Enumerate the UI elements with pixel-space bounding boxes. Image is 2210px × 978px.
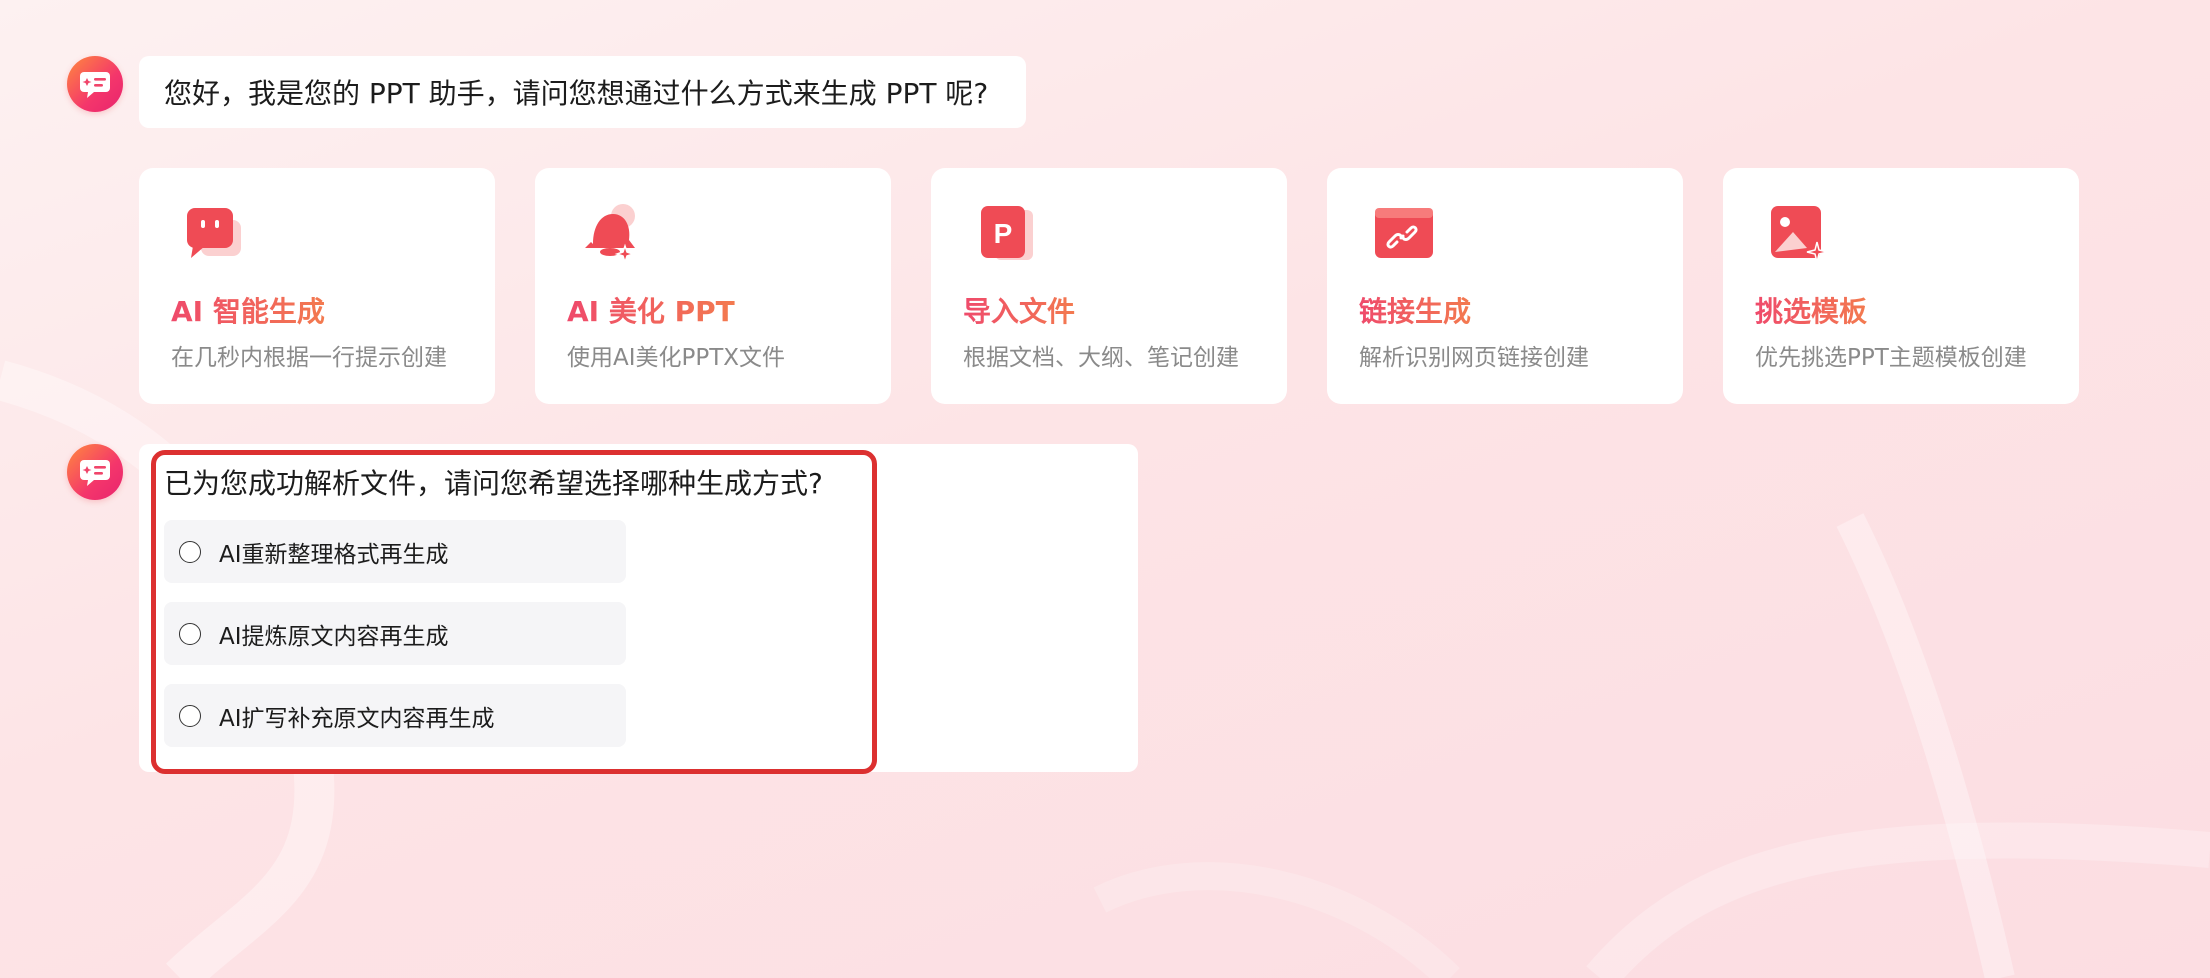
radio-button[interactable] <box>179 540 201 563</box>
card-title: AI 美化 PPT <box>567 290 735 330</box>
card-desc: 解析识别网页链接创建 <box>1359 345 1589 371</box>
card-desc: 优先挑选PPT主题模板创建 <box>1755 345 2027 371</box>
card-import-file[interactable]: P 导入文件 根据文档、大纲、笔记创建 <box>931 168 1287 404</box>
reply-question: 已为您成功解析文件，请问您希望选择哪种生成方式? <box>164 467 823 500</box>
card-desc: 在几秒内根据一行提示创建 <box>171 345 447 371</box>
option-label: AI提炼原文内容再生成 <box>219 623 449 650</box>
card-title: 链接生成 <box>1359 290 1471 330</box>
option-label: AI扩写补充原文内容再生成 <box>219 705 495 732</box>
assistant-chat-icon <box>80 460 110 486</box>
card-title: 导入文件 <box>963 290 1075 330</box>
ppt-file-icon: P <box>981 206 1033 260</box>
assistant-chat-icon <box>80 72 110 98</box>
option-reformat[interactable]: AI重新整理格式再生成 <box>164 520 626 583</box>
greeting-message: 您好，我是您的 PPT 助手，请问您想通过什么方式来生成 PPT 呢? <box>139 56 1026 128</box>
card-link-generate[interactable]: 链接生成 解析识别网页链接创建 <box>1327 168 1683 404</box>
card-ai-generate[interactable]: AI 智能生成 在几秒内根据一行提示创建 <box>139 168 495 404</box>
card-pick-template[interactable]: 挑选模板 优先挑选PPT主题模板创建 <box>1723 168 2079 404</box>
chat-bubble-icon <box>187 208 241 258</box>
card-title: 挑选模板 <box>1755 290 1867 330</box>
radio-button[interactable] <box>179 704 201 727</box>
assistant-avatar <box>67 444 123 500</box>
link-icon <box>1375 208 1433 258</box>
card-desc: 使用AI美化PPTX文件 <box>567 345 786 371</box>
card-title: AI 智能生成 <box>171 290 325 330</box>
svg-text:P: P <box>994 218 1013 249</box>
option-label: AI重新整理格式再生成 <box>219 541 449 568</box>
card-ai-beautify[interactable]: AI 美化 PPT 使用AI美化PPTX文件 <box>535 168 891 404</box>
option-extract[interactable]: AI提炼原文内容再生成 <box>164 602 626 665</box>
assistant-avatar <box>67 56 123 112</box>
card-desc: 根据文档、大纲、笔记创建 <box>963 345 1239 371</box>
greeting-text: 您好，我是您的 PPT 助手，请问您想通过什么方式来生成 PPT 呢? <box>164 77 989 110</box>
radio-button[interactable] <box>179 622 201 645</box>
magic-bell-icon <box>585 204 636 265</box>
template-image-icon <box>1771 206 1828 263</box>
option-expand[interactable]: AI扩写补充原文内容再生成 <box>164 684 626 747</box>
